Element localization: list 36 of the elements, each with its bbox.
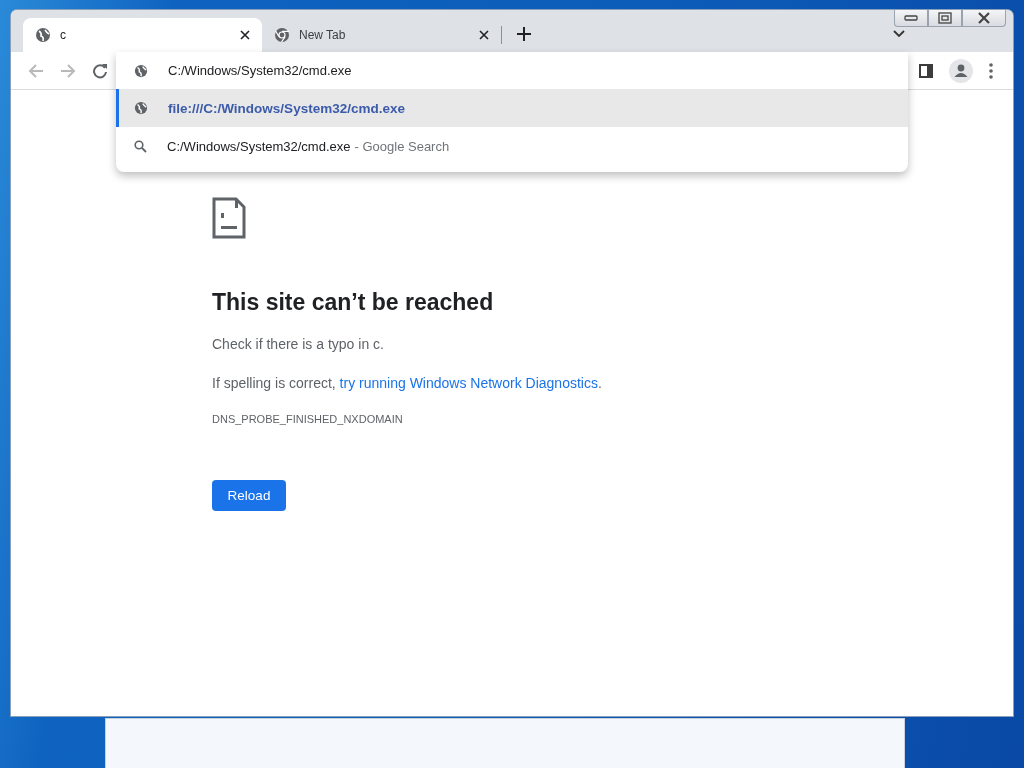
suggestion-text: file:///C:/Windows/System32/cmd.exe: [168, 100, 405, 116]
minimize-button[interactable]: [894, 10, 928, 27]
suggestion-suffix: - Google Search: [354, 138, 450, 154]
globe-icon: [35, 27, 51, 43]
close-icon[interactable]: [479, 30, 489, 40]
tab-title: New Tab: [299, 28, 347, 42]
chevron-down-icon[interactable]: [893, 30, 905, 38]
search-icon: [134, 139, 147, 153]
close-icon: [977, 12, 991, 24]
new-tab-icon[interactable]: [517, 27, 531, 41]
menu-icon[interactable]: [989, 62, 993, 79]
address-field[interactable]: C:/Windows/System32/cmd.exe: [168, 63, 568, 78]
browser-tab[interactable]: New Tab: [262, 18, 501, 52]
circle-logo-icon: [274, 27, 290, 43]
side-panel-icon[interactable]: [919, 63, 933, 78]
diagnostics-link[interactable]: try running Windows Network Diagnostics: [339, 375, 598, 391]
sad-page-icon: [212, 197, 246, 239]
maximize-button[interactable]: [928, 10, 962, 27]
error-hint: Check if there is a typo in c.: [212, 335, 385, 354]
tab-title: c: [60, 28, 67, 42]
browser-tab[interactable]: c: [23, 18, 262, 52]
error-heading: This site can’t be reached: [212, 288, 495, 317]
maximize-icon: [938, 12, 952, 24]
error-code: DNS_PROBE_FINISHED_NXDOMAIN: [212, 413, 404, 425]
suggestion-text: C:/Windows/System32/cmd.exe: [167, 138, 351, 154]
close-icon[interactable]: [240, 30, 250, 40]
error-advice: If spelling is correct, try running Windows Network Diagnostics.: [212, 374, 603, 393]
profile-icon[interactable]: [949, 58, 973, 83]
minimize-icon: [904, 14, 918, 22]
globe-icon: [134, 63, 148, 78]
reload-button[interactable]: Reload: [212, 480, 286, 511]
reload-icon[interactable]: [92, 62, 108, 79]
close-button[interactable]: [962, 10, 1006, 27]
suggestion-item[interactable]: C:/Windows/System32/cmd.exe - Google Search: [116, 127, 908, 165]
globe-icon: [134, 101, 148, 115]
suggestion-item[interactable]: file:///C:/Windows/System32/cmd.exe: [116, 89, 908, 127]
